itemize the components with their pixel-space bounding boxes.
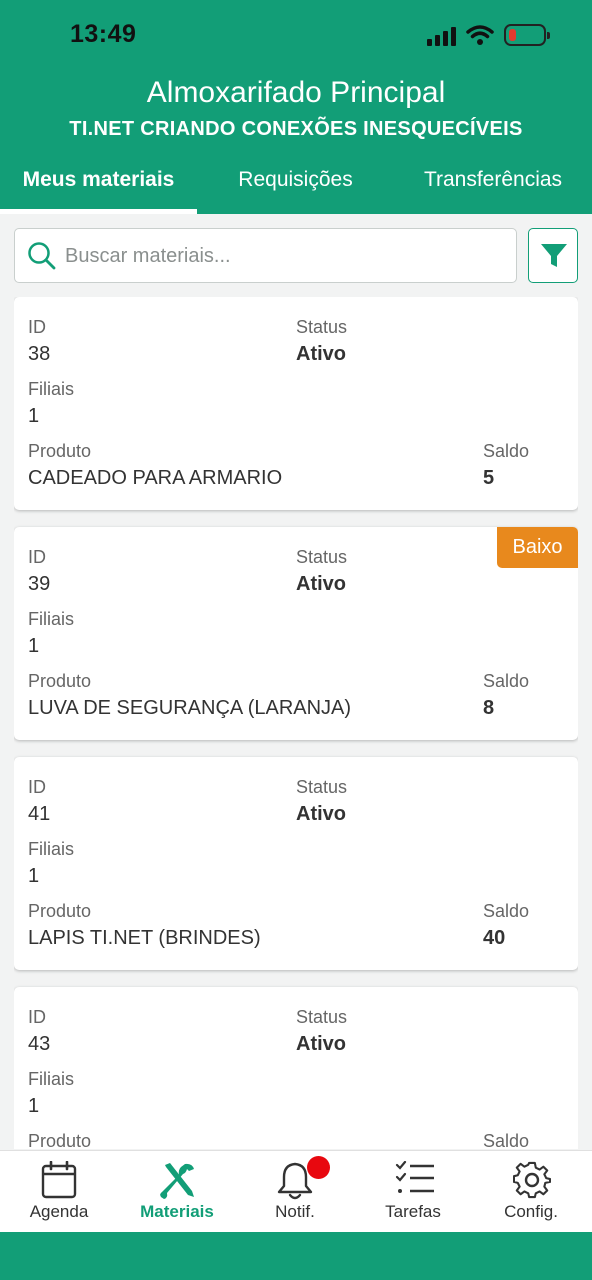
material-card[interactable]: ID 41 Status Ativo Filiais 1 Produto LAP… [14,757,578,970]
status-label: Status [296,777,348,797]
material-card[interactable]: Baixo ID 39 Status Ativo Filiais 1 Produ… [14,527,578,740]
wifi-icon [466,25,494,45]
status-time: 13:49 [70,20,137,48]
id-label: ID [28,317,46,337]
materials-list: ID 38 Status Ativo Filiais 1 Produto CAD… [14,297,578,1149]
filiais-label: Filiais [28,1069,75,1089]
nav-notif[interactable]: Notif. [236,1151,354,1233]
status-label: Status [296,317,348,337]
nav-label: Config. [504,1202,558,1221]
nav-label: Notif. [275,1202,315,1221]
id-value: 41 [28,803,51,825]
app-header: 13:49 Almoxarifado Principal TI.NET CRIA… [0,0,592,214]
saldo-value: 8 [483,697,495,719]
filter-icon [541,244,567,267]
status-label: Status [296,547,348,567]
produto-label: Produto [28,671,92,691]
material-card[interactable]: ID 43 Status Ativo Filiais 1 Produto Sal… [14,987,578,1149]
battery-icon [504,24,550,46]
notification-badge [307,1156,330,1179]
status-bar: 13:49 [0,0,592,70]
tab-transferencias[interactable]: Transferências [394,164,592,214]
tab-requisicoes[interactable]: Requisições [197,164,394,214]
id-value: 43 [28,1033,51,1055]
tab-bar: Meus materiais Requisições Transferência… [0,164,592,214]
saldo-label: Saldo [483,1131,530,1149]
filter-button[interactable] [528,228,578,283]
page-title: Almoxarifado Principal [146,76,446,109]
nav-label: Tarefas [385,1202,441,1221]
filiais-label: Filiais [28,379,75,399]
saldo-label: Saldo [483,671,530,691]
gear-icon [513,1161,551,1199]
status-value: Ativo [296,1033,346,1055]
filiais-label: Filiais [28,609,75,629]
tools-icon [160,1163,194,1199]
checklist-icon [395,1161,434,1193]
id-value: 39 [28,573,51,595]
filiais-label: Filiais [28,839,75,859]
id-value: 38 [28,343,51,365]
filiais-value: 1 [28,405,40,427]
status-label: Status [296,1007,348,1027]
calendar-icon [41,1161,77,1199]
nav-tarefas[interactable]: Tarefas [354,1151,472,1233]
nav-config[interactable]: Config. [472,1151,590,1233]
id-label: ID [28,777,46,797]
id-label: ID [28,547,46,567]
filiais-value: 1 [28,635,40,657]
produto-label: Produto [28,441,92,461]
saldo-label: Saldo [483,901,530,921]
filiais-value: 1 [28,1095,40,1117]
saldo-label: Saldo [483,441,530,461]
bottom-bar [0,1232,592,1280]
nav-agenda[interactable]: Agenda [0,1151,118,1233]
produto-value: LAPIS TI.NET (BRINDES) [28,927,261,949]
cellular-signal-icon [427,26,457,46]
nav-materiais[interactable]: Materiais [118,1151,236,1233]
status-value: Ativo [296,343,346,365]
saldo-value: 40 [483,927,506,949]
id-label: ID [28,1007,46,1027]
search-box [14,228,517,283]
produto-label: Produto [28,901,92,921]
low-stock-badge: Baixo [497,527,578,568]
status-value: Ativo [296,803,346,825]
material-card[interactable]: ID 38 Status Ativo Filiais 1 Produto CAD… [14,297,578,510]
nav-label: Agenda [29,1202,89,1221]
produto-value: LUVA DE SEGURANÇA (LARANJA) [28,697,352,719]
tab-meus-materiais[interactable]: Meus materiais [0,164,197,214]
produto-label: Produto [28,1131,92,1149]
search-input[interactable] [65,237,505,275]
page-subtitle: TI.NET CRIANDO CONEXÕES INESQUECÍVEIS [69,118,523,140]
active-tab-indicator [0,209,197,214]
bottom-nav: Agenda Materiais Notif. Tarefas Config. [0,1150,592,1232]
filiais-value: 1 [28,865,40,887]
saldo-value: 5 [483,467,495,489]
produto-value: CADEADO PARA ARMARIO [28,467,283,489]
nav-label: Materiais [140,1202,214,1221]
status-value: Ativo [296,573,346,595]
search-icon [28,242,56,270]
